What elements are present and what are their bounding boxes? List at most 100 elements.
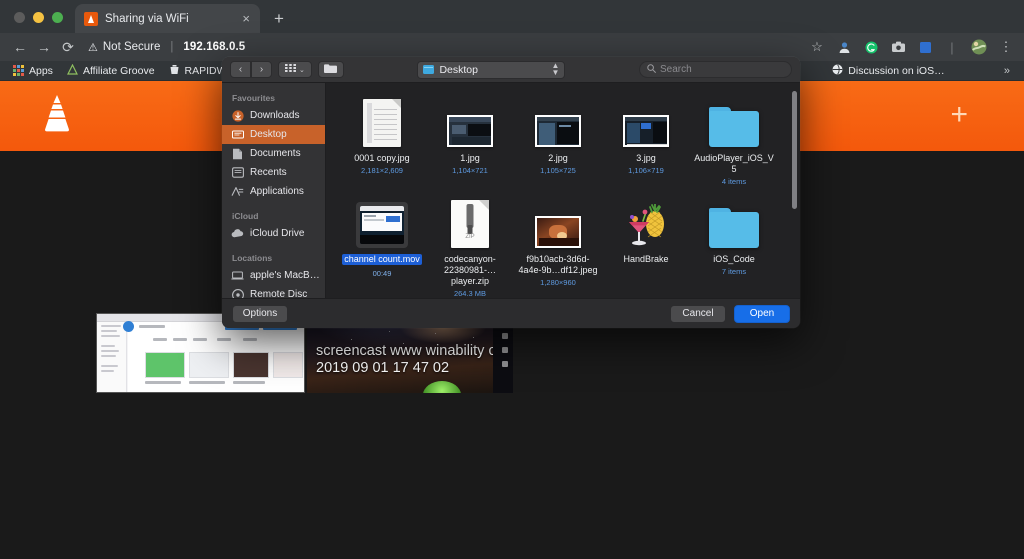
blue-extension-icon[interactable] [917,39,933,55]
vlc-cone-icon [84,11,98,26]
add-file-plus-icon[interactable]: + [950,100,968,130]
file-open-dialog: ‹ › ⌄ Desktop ▲ ▼ Search Favourites Down… [222,57,800,328]
rapidworkers-icon [169,64,180,78]
file-duration: 00:49 [372,269,392,278]
grid-view-icon [285,64,296,75]
sidebar-item-label: Downloads [250,110,300,121]
sidebar-item-applications[interactable]: Applications [222,182,325,201]
recents-icon [231,167,244,178]
dialog-footer: Options Cancel Open [222,298,800,328]
apps-grid-icon [13,65,24,76]
file-meta: 1,105×725 [540,166,576,175]
file-item[interactable]: 3.jpg 1,106×719 [602,91,690,192]
folder-name: iOS_Code [713,254,755,264]
file-grid-area[interactable]: 0001 copy.jpg 2,181×2,609 1.jpg 1,104×72… [326,83,800,298]
address-bar[interactable]: ⚠ Not Secure | 192.168.0.5 [88,37,809,57]
dialog-forward-button[interactable]: › [251,61,272,78]
sidebar-item-label: apple's MacB… [250,270,320,281]
file-name: f9b10acb-3d6d-4a4e-9b…df12.jpeg [518,254,598,275]
vlc-cone-logo [36,92,78,138]
security-label: Not Secure [102,41,161,53]
file-name: channel count.mov [342,254,422,265]
sidebar-item-label: Recents [250,167,287,178]
icloud-icon [231,229,244,238]
zoom-window-button[interactable] [52,12,63,23]
bookmark-discussion-on-ios[interactable]: Discussion on iOS… [825,63,951,78]
dialog-search-input[interactable]: Search [639,61,792,78]
sidebar-item-remote-disc[interactable]: Remote Disc [222,285,325,298]
file-name: 3.jpg [636,153,656,163]
sidebar-item-downloads[interactable]: Downloads [222,106,325,125]
sidebar-item-recents[interactable]: Recents [222,163,325,182]
star-icon[interactable]: ☆ [809,39,825,55]
bookmark-affiliate-groove[interactable]: Affiliate Groove [60,63,162,78]
sidebar-item-label: Applications [250,186,304,197]
dialog-action-buttons: Cancel Open [670,304,790,323]
sidebar-heading-locations: Locations [232,253,273,263]
file-item[interactable]: ZIP codecanyon-22380981-…player.zip 264.… [426,192,514,298]
file-item[interactable]: f9b10acb-3d6d-4a4e-9b…df12.jpeg 1,280×96… [514,192,602,298]
screenshot-icon[interactable] [890,39,906,55]
bookmarks-overflow-button[interactable]: » [996,65,1018,77]
sidebar-item-label: Desktop [250,129,287,140]
folder-item[interactable]: AudioPlayer_iOS_V5 4 items [690,91,778,192]
dialog-body: Favourites Downloads Desktop Documents R… [222,83,800,298]
applications-icon [231,186,244,197]
sidebar-item-icloud-drive[interactable]: iCloud Drive [222,224,325,243]
sidebar-item-label: Documents [250,148,301,159]
warning-triangle-icon: ⚠ [88,41,98,54]
folder-actions-icon [324,63,338,76]
bookmark-label: Discussion on iOS… [848,64,945,77]
close-icon[interactable]: × [240,10,252,27]
current-folder-label: Desktop [439,63,478,76]
toolbar-icons: ☆ | ⋮ [809,39,1016,55]
security-indicator[interactable]: ⚠ Not Secure [88,41,160,54]
watermark-line-2: 2019 09 01 17 47 02 [316,360,450,376]
open-button[interactable]: Open [734,304,790,323]
folder-name: AudioPlayer_iOS_V5 [694,153,774,174]
chrome-menu-icon[interactable]: ⋮ [998,39,1014,55]
forward-icon[interactable]: → [32,35,56,59]
reload-icon[interactable]: ⟳ [56,35,80,59]
extension-icon[interactable] [836,39,852,55]
sidebar-item-desktop[interactable]: Desktop [222,125,325,144]
profile-avatar[interactable] [971,39,987,55]
bookmark-label: Affiliate Groove [82,64,155,77]
document-file-icon [340,95,424,147]
path-popup-button[interactable]: Desktop ▲ ▼ [417,60,566,79]
sidebar-item-documents[interactable]: Documents [222,144,325,163]
file-grid-scrollbar[interactable] [792,91,797,209]
file-item[interactable]: 0001 copy.jpg 2,181×2,609 [338,91,426,192]
file-name: codecanyon-22380981-…player.zip [443,254,497,286]
handbrake-app-icon [604,196,688,248]
file-item-selected[interactable]: channel count.mov 00:49 [338,192,426,298]
back-icon[interactable]: ← [8,35,32,59]
file-name: 0001 copy.jpg [354,153,410,163]
search-placeholder: Search [660,64,692,75]
navigation-segmented-control: ‹ › [230,61,272,78]
folder-item[interactable]: iOS_Code 7 items [690,192,778,298]
folder-actions-button[interactable] [317,61,344,78]
minimize-window-button[interactable] [33,12,44,23]
photo-file-icon [428,95,512,147]
browser-tab[interactable]: Sharing via WiFi × [75,4,260,33]
view-mode-button[interactable]: ⌄ [278,61,312,78]
options-button[interactable]: Options [232,304,288,323]
dialog-toolbar: ‹ › ⌄ Desktop ▲ ▼ Search [222,57,800,83]
desktop-icon [231,130,244,140]
file-item[interactable]: 2.jpg 1,105×725 [514,91,602,192]
app-item[interactable]: HandBrake [602,192,690,298]
bookmark-apps[interactable]: Apps [6,65,60,77]
sidebar-item-macbook[interactable]: apple's MacB… [222,266,325,285]
close-window-button[interactable] [14,12,25,23]
grammarly-icon[interactable] [863,39,879,55]
downloads-icon [231,109,244,122]
new-tab-button[interactable]: + [269,8,289,28]
bookmark-label: Apps [29,64,53,77]
file-meta: 1,280×960 [540,278,576,287]
folder-icon [692,196,776,248]
cancel-button[interactable]: Cancel [670,304,726,323]
dialog-back-button[interactable]: ‹ [230,61,251,78]
file-item[interactable]: 1.jpg 1,104×721 [426,91,514,192]
photo-file-icon [516,95,600,147]
